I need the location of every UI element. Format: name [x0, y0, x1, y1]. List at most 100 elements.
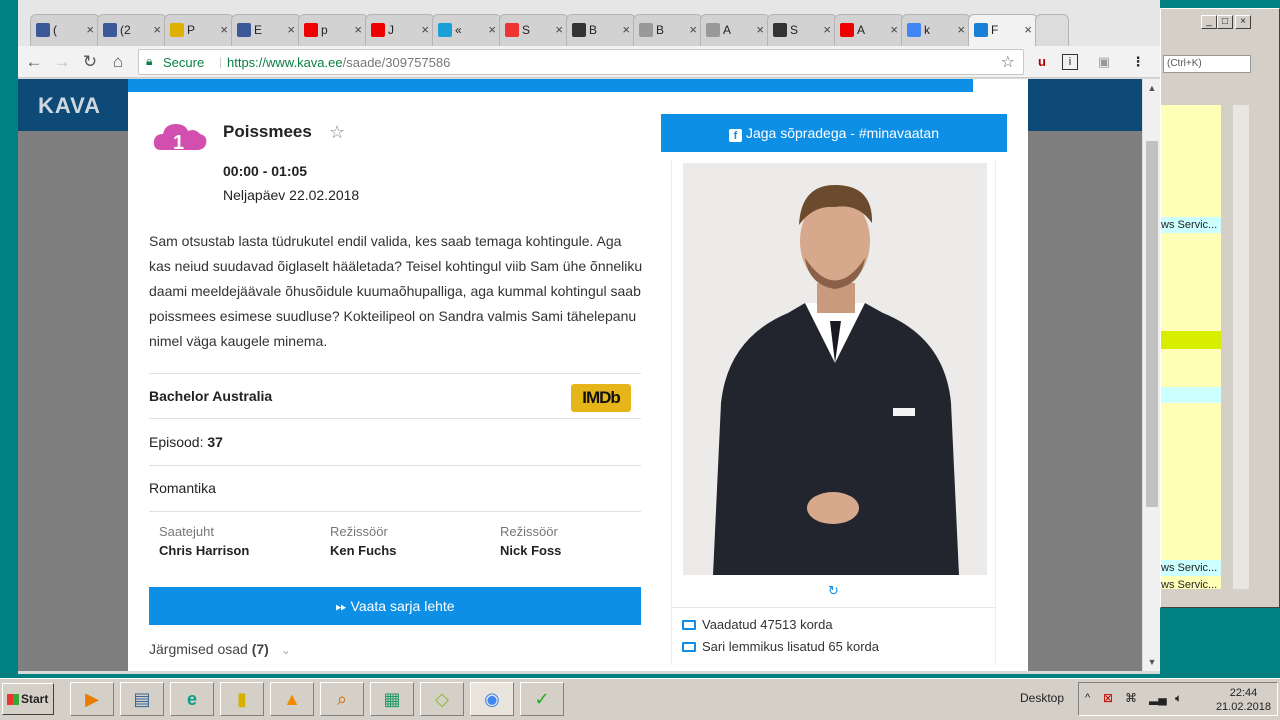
browser-tab[interactable]: E × — [231, 14, 301, 46]
minimize-button[interactable]: _ — [1201, 15, 1217, 29]
search-input[interactable]: (Ctrl+K) — [1163, 55, 1251, 73]
share-facebook-button[interactable]: f Jaga sõpradega - #minavaatan — [661, 114, 1007, 152]
home-icon[interactable]: ⌂ — [108, 52, 128, 72]
notes-icon[interactable]: ◇ — [420, 682, 464, 716]
next-episodes-toggle[interactable]: Järgmised osad (7) ⌄ — [149, 641, 291, 657]
close-tab-icon[interactable]: × — [622, 15, 630, 45]
browser-tab[interactable]: A × — [834, 14, 904, 46]
maximize-button[interactable]: □ — [1217, 15, 1233, 29]
browser-tab[interactable]: S × — [767, 14, 837, 46]
tab-label: J — [388, 23, 394, 37]
close-button[interactable]: × — [1235, 15, 1251, 29]
ublock-icon[interactable]: u — [1032, 52, 1052, 72]
close-tab-icon[interactable]: × — [220, 15, 228, 45]
tab-label: B — [656, 23, 665, 37]
close-tab-icon[interactable]: × — [890, 15, 898, 45]
browser-tab[interactable]: F × — [968, 14, 1038, 46]
reload-icon[interactable]: ↻ — [80, 52, 100, 72]
vlc-icon[interactable]: ▲ — [270, 682, 314, 716]
log-list[interactable]: ws Servic... ws Servic... ws Servic... — [1161, 105, 1221, 591]
menu-icon[interactable]: ⋮ — [1128, 52, 1148, 72]
tab-label: k — [924, 23, 930, 37]
close-tab-icon[interactable]: × — [555, 15, 563, 45]
volume-icon[interactable]: 🔈︎ — [1175, 691, 1182, 706]
close-tab-icon[interactable]: × — [957, 15, 965, 45]
clock[interactable]: 22:44 21.02.2018 — [1216, 686, 1271, 714]
chart-app-icon[interactable]: ✓ — [520, 682, 564, 716]
back-icon[interactable]: ← — [24, 52, 44, 72]
browser-tab[interactable]: B × — [633, 14, 703, 46]
browser-tab[interactable]: B × — [566, 14, 636, 46]
new-tab-button[interactable] — [1035, 14, 1069, 46]
tvkava-icon — [974, 23, 988, 37]
tab-label: A — [857, 23, 866, 37]
crew-director: Režissöör Nick Foss — [500, 524, 562, 558]
program-modal: 1 Poissmees ☆ 00:00 - 01:05 Neljapäev 22… — [128, 79, 1028, 671]
signal-icon[interactable]: ▂▄ — [1149, 691, 1167, 705]
bookmark-star-icon[interactable]: ☆ — [1001, 52, 1015, 72]
url-text[interactable]: https://www.kava.ee/saade/309757586 — [227, 55, 450, 70]
tab-label: ( — [53, 23, 57, 37]
start-button[interactable]: Start — [2, 683, 54, 715]
info-icon[interactable]: i — [1062, 54, 1078, 70]
facebook-icon — [103, 23, 117, 37]
extension-icon[interactable]: ▣ — [1094, 52, 1114, 72]
eset-icon[interactable]: e — [170, 682, 214, 716]
refresh-icon[interactable]: ↻ — [828, 583, 839, 599]
page-scrollbar[interactable]: ▲ ▼ — [1142, 79, 1160, 671]
close-tab-icon[interactable]: × — [287, 15, 295, 45]
search-icon[interactable]: ⌕ — [320, 682, 364, 716]
program-description: Sam otsustab lasta tüdrukutel endil vali… — [149, 233, 643, 349]
browser-tab[interactable]: «× — [432, 14, 502, 46]
browser-tab[interactable]: J × — [365, 14, 435, 46]
favorite-star-icon[interactable]: ☆ — [329, 122, 345, 143]
list-item[interactable]: ws Servic... — [1161, 560, 1221, 576]
list-item[interactable] — [1161, 387, 1221, 403]
scrollbar[interactable] — [1233, 105, 1249, 589]
close-tab-icon[interactable]: × — [354, 15, 362, 45]
browser-tab[interactable]: (× — [30, 14, 100, 46]
crew-director: Režissöör Ken Fuchs — [330, 524, 397, 558]
browser-tab[interactable]: (2 × — [97, 14, 167, 46]
view-series-button[interactable]: ⏩︎ Vaata sarja lehte — [149, 587, 641, 625]
tab-label: S — [522, 23, 531, 37]
network-error-icon[interactable]: ⊠ — [1103, 691, 1113, 705]
chevron-down-icon: ⌄ — [280, 643, 291, 657]
list-item-highlight[interactable] — [1161, 331, 1221, 349]
forward-icon[interactable]: → — [52, 52, 72, 72]
close-tab-icon[interactable]: × — [153, 15, 161, 45]
scrollbar-thumb[interactable] — [1146, 141, 1158, 507]
desktop-toolbar-label[interactable]: Desktop — [1020, 691, 1064, 705]
close-tab-icon[interactable]: × — [823, 15, 831, 45]
system-tray: ^ ⊠ ⌘ ▂▄ 🔈︎ 22:44 21.02.2018 — [1078, 682, 1278, 716]
imdb-link[interactable]: IMDb — [571, 384, 631, 412]
monitor-app-icon[interactable]: ▦ — [370, 682, 414, 716]
side-panel: ↻ Vaadatud 47513 korda Sari lemmikus lis… — [671, 159, 996, 665]
site-logo[interactable]: KAVA — [38, 93, 101, 119]
window-icon[interactable]: ▤ — [120, 682, 164, 716]
episode-info: Episood: 37 — [149, 434, 223, 450]
folder-icon[interactable]: ▮ — [220, 682, 264, 716]
chevron-up-icon[interactable]: ^ — [1085, 692, 1090, 704]
close-tab-icon[interactable]: × — [689, 15, 697, 45]
browser-tab[interactable]: P × — [164, 14, 234, 46]
chrome-icon[interactable]: ◉ — [470, 682, 514, 716]
close-tab-icon[interactable]: × — [421, 15, 429, 45]
facebook-icon — [237, 23, 251, 37]
close-tab-icon[interactable]: × — [86, 15, 94, 45]
list-item[interactable]: ws Servic... — [1161, 217, 1221, 233]
chrome-window: (× (2 × P × E × p × J × «× S × B × B × A × S × A × k × F × ← → ↻ ⌂ … — [18, 0, 1160, 674]
media-player-icon[interactable]: ▶ — [70, 682, 114, 716]
windows-logo-icon — [7, 694, 19, 705]
usb-icon[interactable]: ⌘ — [1125, 691, 1137, 705]
list-item[interactable]: ws Servic... — [1161, 577, 1221, 593]
close-tab-icon[interactable]: × — [1024, 15, 1032, 45]
browser-tab[interactable]: p × — [298, 14, 368, 46]
browser-tab[interactable]: k × — [901, 14, 971, 46]
browser-tab[interactable]: A × — [700, 14, 770, 46]
address-bar[interactable]: 🔒︎ Secure | https://www.kava.ee/saade/30… — [138, 49, 1024, 75]
youtube-icon — [371, 23, 385, 37]
browser-tab[interactable]: S × — [499, 14, 569, 46]
close-tab-icon[interactable]: × — [488, 15, 496, 45]
close-tab-icon[interactable]: × — [756, 15, 764, 45]
